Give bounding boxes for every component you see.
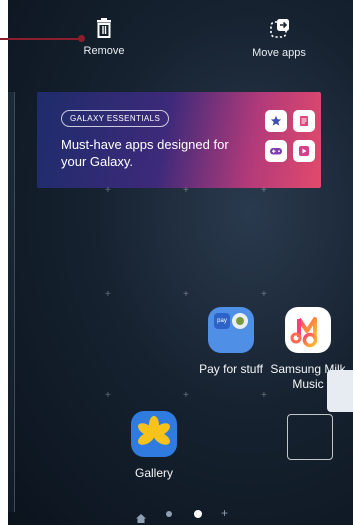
page-dot-current[interactable] [194, 510, 202, 518]
home-screen: Remove Move apps GALAXY ESSENTIALS Must-… [8, 0, 353, 525]
essentials-tiles [265, 110, 317, 170]
gamepad-icon [265, 140, 287, 162]
previous-page-edge[interactable] [8, 92, 15, 512]
empty-grid-marker: + [183, 185, 189, 196]
banner-headline: Must-have apps designed for your Galaxy. [61, 137, 229, 169]
remove-label: Remove [83, 45, 125, 57]
callout-dot [78, 35, 85, 42]
app-gallery[interactable]: Gallery [114, 411, 194, 481]
empty-slot[interactable] [287, 414, 333, 460]
app-pay-for-stuff[interactable]: pay Pay for stuff [191, 307, 271, 377]
move-apps-label: Move apps [252, 47, 306, 59]
empty-grid-marker: + [261, 390, 267, 401]
play-icon [293, 140, 315, 162]
document-icon [293, 110, 315, 132]
galaxy-essentials-tag: GALAXY ESSENTIALS [61, 110, 170, 127]
home-page-icon[interactable] [136, 510, 146, 525]
page-dot[interactable] [166, 511, 172, 517]
milk-music-icon [285, 307, 331, 353]
callout-line [0, 38, 80, 40]
empty-grid-marker: + [261, 185, 267, 196]
star-icon [265, 110, 287, 132]
empty-grid-marker: + [105, 185, 111, 196]
galaxy-essentials-widget[interactable]: GALAXY ESSENTIALS Must-have apps designe… [37, 92, 321, 188]
empty-grid-marker: + [261, 289, 267, 300]
move-apps-button[interactable]: Move apps [244, 18, 314, 59]
add-page-icon[interactable]: + [221, 506, 228, 520]
empty-grid-marker: + [105, 390, 111, 401]
empty-grid-marker: + [183, 390, 189, 401]
gallery-icon [131, 411, 177, 457]
right-edge-handle[interactable] [327, 370, 353, 412]
empty-grid-marker: + [105, 289, 111, 300]
app-label: Pay for stuff [199, 362, 263, 376]
move-apps-icon [244, 18, 314, 43]
page-indicator[interactable]: + [8, 506, 353, 523]
empty-grid-marker: + [183, 289, 189, 300]
app-label: Gallery [134, 466, 173, 480]
pay-for-stuff-folder-icon: pay [208, 307, 254, 353]
